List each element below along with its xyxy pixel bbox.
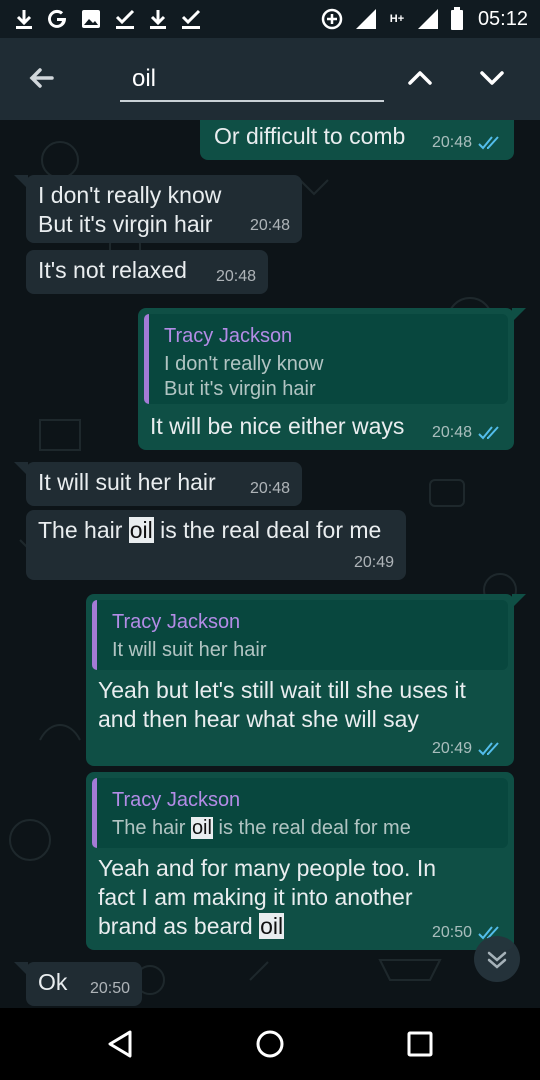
quoted-message[interactable]: Tracy Jackson I don't really know But it… — [144, 314, 508, 404]
message-meta: 20:48 — [216, 268, 256, 286]
message-incoming[interactable]: I don't really know But it's virgin hair… — [14, 175, 302, 243]
message-text: It's not relaxed — [38, 257, 187, 283]
battery-icon — [450, 7, 463, 30]
notification-icons — [14, 6, 202, 32]
quote-text: It will suit her hair — [112, 639, 267, 661]
read-receipt-icon — [478, 426, 499, 440]
network-type: H+ — [389, 13, 405, 25]
quote-bar — [92, 600, 97, 670]
search-query: oil — [132, 65, 157, 92]
bubble-tail — [512, 594, 526, 608]
text-segment: The hair — [38, 517, 129, 543]
text-segment: is the real deal for me — [153, 517, 382, 543]
signal-icon — [417, 9, 438, 29]
message-meta: 20:48 — [432, 134, 502, 152]
quote-text: The hair oil is the real deal for me — [112, 816, 411, 841]
read-receipt-icon — [478, 136, 499, 150]
read-receipt-icon — [478, 742, 499, 756]
search-highlight: oil — [190, 817, 213, 839]
message-time: 20:50 — [89, 980, 130, 997]
google-icon — [48, 9, 66, 28]
text-segment: The hair — [112, 817, 191, 839]
bubble-tail — [14, 462, 28, 476]
system-navigation-bar — [0, 1008, 540, 1080]
search-highlight: oil — [128, 517, 154, 543]
message-meta: 20:49 — [432, 740, 502, 758]
bubble-tail — [512, 308, 526, 322]
check-download-icon — [115, 9, 135, 29]
chat-area[interactable]: Or difficult to comb 20:48 I don't reall… — [0, 120, 540, 1008]
data-saver-icon — [321, 8, 343, 30]
search-highlight: oil — [259, 913, 285, 939]
double-chevron-down-icon — [487, 951, 507, 969]
text-segment: is the real deal for me — [212, 817, 411, 839]
recents-nav-icon[interactable] — [404, 1028, 436, 1060]
check-download-icon — [181, 9, 201, 29]
download-icon — [150, 10, 166, 29]
message-time: 20:48 — [431, 134, 472, 151]
message-time: 20:49 — [353, 554, 394, 571]
search-input[interactable]: oil — [120, 60, 384, 102]
back-arrow-icon[interactable] — [22, 58, 62, 98]
message-meta: 20:48 — [250, 480, 290, 498]
quoted-message[interactable]: Tracy Jackson The hair oil is the real d… — [92, 778, 508, 848]
quote-bar — [144, 314, 149, 404]
quote-text: I don't really know But it's virgin hair — [164, 353, 324, 400]
message-time: 20:50 — [431, 924, 472, 941]
message-outgoing[interactable]: Tracy Jackson The hair oil is the real d… — [86, 772, 514, 950]
bubble-tail — [14, 962, 28, 976]
message-text: Yeah and for many people too. In fact I … — [98, 854, 436, 941]
message-outgoing[interactable]: Or difficult to comb 20:48 — [200, 120, 514, 160]
message-incoming[interactable]: It's not relaxed 20:48 — [26, 250, 268, 294]
quote-bar — [92, 778, 97, 848]
previous-result-icon[interactable] — [404, 62, 436, 94]
message-text: It will be nice either ways — [150, 413, 405, 439]
message-incoming[interactable]: Ok 20:50 — [14, 962, 142, 1006]
message-text: I don't really know But it's virgin hair — [38, 182, 222, 237]
quote-author: Tracy Jackson — [112, 611, 241, 633]
image-icon — [82, 10, 100, 28]
message-incoming[interactable]: The hair oil is the real deal for me 20:… — [26, 510, 406, 580]
message-time: 20:48 — [249, 217, 290, 234]
scroll-to-bottom-button[interactable] — [474, 936, 520, 982]
message-text: Or difficult to comb — [214, 123, 406, 149]
message-time: 20:48 — [249, 480, 290, 497]
next-result-icon[interactable] — [476, 62, 508, 94]
message-time: 20:48 — [215, 268, 256, 285]
bubble-tail — [14, 175, 28, 189]
message-text: The hair oil is the real deal for me — [38, 516, 381, 545]
quote-author: Tracy Jackson — [112, 789, 241, 811]
message-outgoing[interactable]: Tracy Jackson It will suit her hair Yeah… — [86, 594, 526, 766]
quoted-message[interactable]: Tracy Jackson It will suit her hair — [92, 600, 508, 670]
message-meta: 20:48 — [250, 217, 290, 235]
system-icons: H+ 05:12 — [320, 6, 528, 32]
message-text: Ok — [38, 969, 68, 995]
message-meta: 20:49 — [354, 554, 394, 572]
message-text: Yeah but let's still wait till she uses … — [98, 677, 466, 732]
message-incoming[interactable]: It will suit her hair 20:48 — [14, 462, 302, 506]
download-icon — [16, 10, 32, 29]
home-nav-icon[interactable] — [254, 1028, 286, 1060]
message-meta: 20:50 — [90, 980, 130, 998]
back-nav-icon[interactable] — [104, 1028, 136, 1060]
quote-author: Tracy Jackson — [164, 325, 293, 347]
status-bar: H+ 05:12 — [0, 0, 540, 38]
message-text: It will suit her hair — [38, 469, 216, 495]
message-outgoing[interactable]: Tracy Jackson I don't really know But it… — [138, 308, 526, 450]
search-toolbar: oil — [0, 38, 540, 120]
message-time: 20:49 — [431, 740, 472, 757]
clock: 05:12 — [477, 8, 528, 30]
signal-icon — [355, 9, 376, 29]
message-time: 20:48 — [431, 424, 472, 441]
message-meta: 20:48 — [432, 424, 502, 442]
